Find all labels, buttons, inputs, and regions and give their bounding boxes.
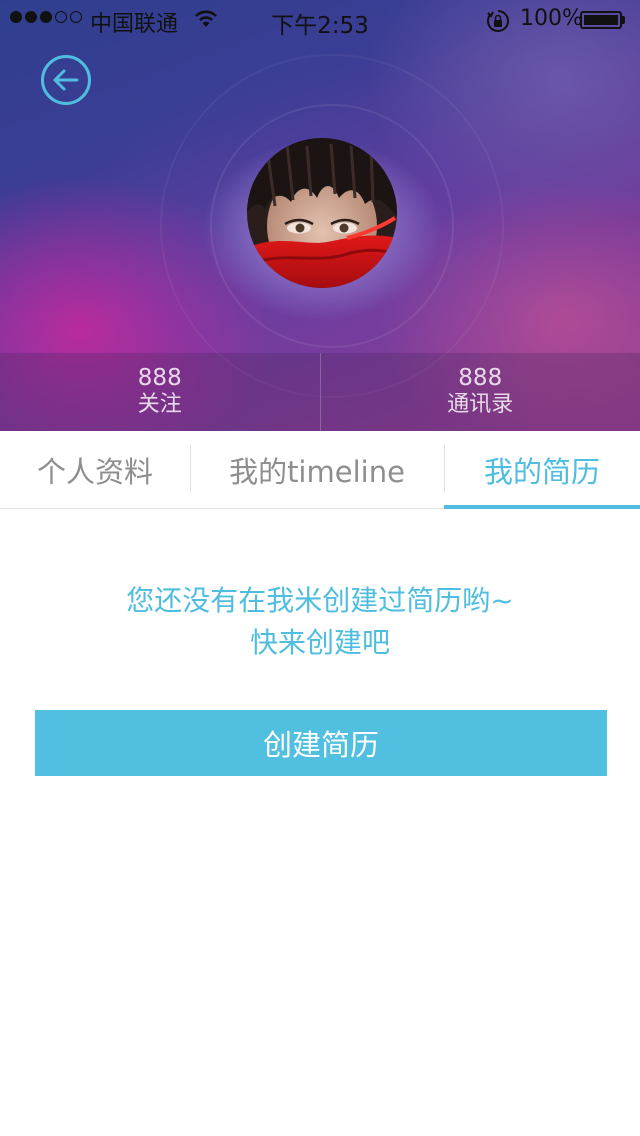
tab-personal-info[interactable]: 个人资料 — [0, 431, 190, 508]
rotation-lock-icon — [486, 9, 510, 39]
tab-my-resume-label: 我的简历 — [483, 454, 600, 489]
tab-personal-info-label: 个人资料 — [36, 454, 153, 489]
stat-following-count: 888 — [137, 365, 182, 391]
back-arrow-icon — [41, 55, 91, 105]
profile-tabs: 个人资料 我的timeline 我的简历 — [0, 431, 640, 509]
stat-contacts-label: 通讯录 — [447, 392, 514, 417]
create-resume-button[interactable]: 创建简历 — [35, 710, 607, 776]
stat-contacts-count: 888 — [458, 365, 503, 391]
tab-my-timeline-label: 我的timeline — [229, 454, 405, 489]
battery-body — [580, 11, 622, 29]
profile-stats: 888 关注 888 通讯录 — [0, 353, 640, 431]
tab-my-resume[interactable]: 我的简历 — [444, 431, 640, 509]
empty-state-line-2: 快来创建吧 — [249, 626, 390, 659]
avatar-photo — [247, 138, 397, 288]
empty-state-line-1: 您还没有在我米创建过简历哟~ — [126, 584, 514, 617]
tab-my-timeline[interactable]: 我的timeline — [190, 431, 444, 508]
back-button[interactable] — [40, 54, 92, 106]
status-bar: 中国联通 下午2:53 100% — [0, 0, 640, 40]
active-tab-indicator — [444, 505, 640, 509]
battery-tip — [622, 16, 625, 24]
tab-divider — [444, 445, 445, 493]
empty-state-message: 您还没有在我米创建过简历哟~ 快来创建吧 — [0, 580, 640, 664]
battery-percentage: 100% — [520, 6, 583, 31]
stat-following-label: 关注 — [137, 392, 182, 417]
stat-contacts[interactable]: 888 通讯录 — [319, 353, 640, 431]
profile-header: 中国联通 下午2:53 100% 888 关注 888 通讯录 — [0, 0, 640, 431]
stat-following[interactable]: 888 关注 — [0, 353, 320, 431]
tab-divider — [190, 445, 191, 493]
battery-icon — [580, 11, 626, 29]
battery-fill — [584, 15, 618, 25]
avatar[interactable] — [247, 138, 397, 288]
